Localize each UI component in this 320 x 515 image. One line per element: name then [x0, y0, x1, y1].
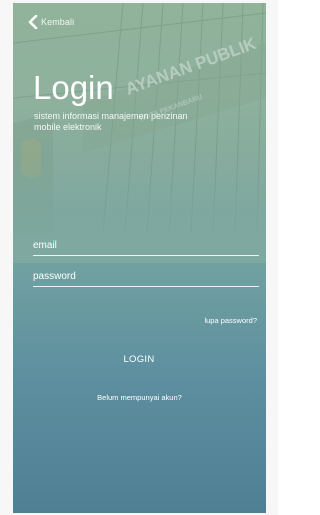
- login-button[interactable]: LOGIN: [89, 349, 189, 369]
- page-title: Login: [33, 69, 114, 106]
- app-subtitle: sistem informasi manajemen perizinan mob…: [34, 111, 188, 132]
- device-frame: AYANAN PUBLIK KOTA PEKANBARU Kembali Log…: [0, 0, 278, 515]
- password-field[interactable]: [33, 268, 259, 287]
- back-button[interactable]: Kembali: [27, 15, 74, 29]
- chevron-left-icon: [28, 15, 38, 29]
- back-label: Kembali: [41, 17, 75, 27]
- email-field[interactable]: [33, 237, 259, 256]
- building-sign-text: AYANAN PUBLIK: [123, 34, 259, 99]
- login-screen: AYANAN PUBLIK KOTA PEKANBARU Kembali Log…: [13, 3, 266, 513]
- register-link[interactable]: Belum mempunyai akun?: [13, 393, 266, 402]
- forgot-password-link[interactable]: lupa password?: [204, 316, 257, 325]
